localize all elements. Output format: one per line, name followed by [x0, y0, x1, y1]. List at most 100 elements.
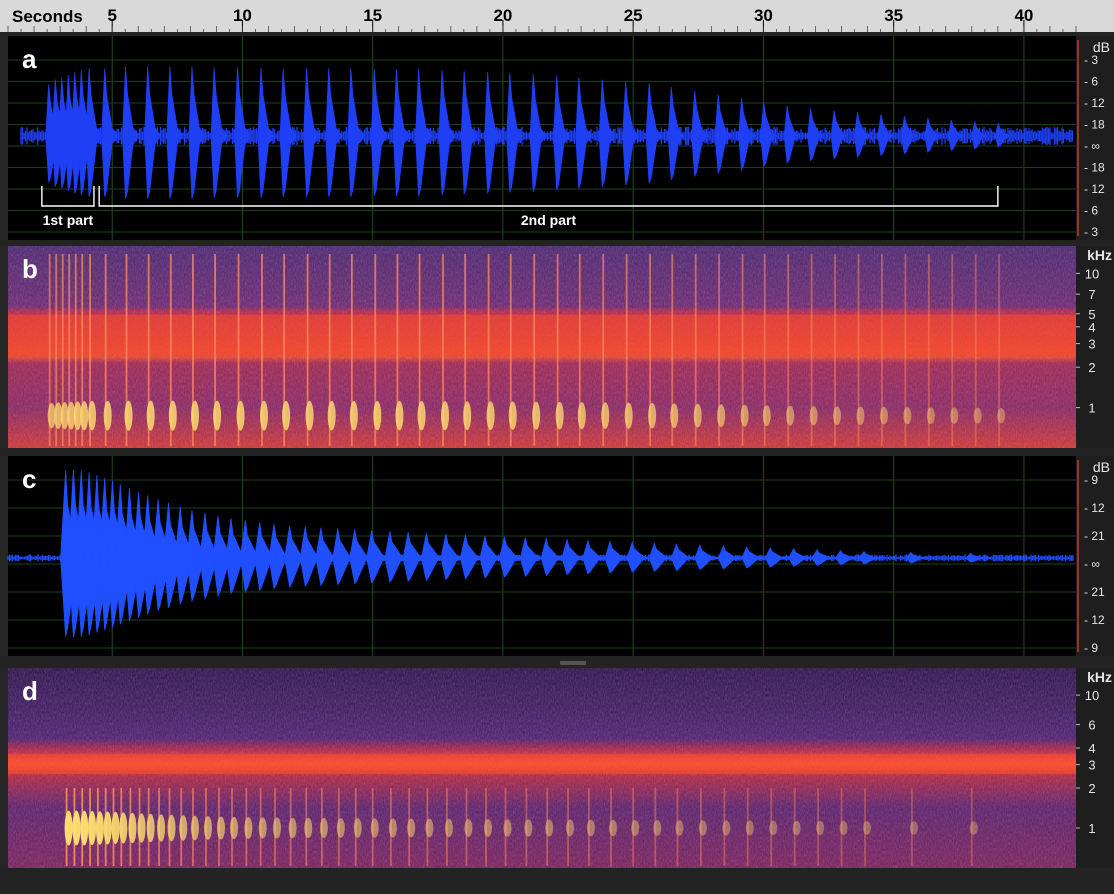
panel-d-pulse-energy — [128, 812, 137, 844]
panel-b-pulse-energy — [349, 400, 358, 431]
panel-d-unit-label: kHz — [1087, 669, 1112, 685]
panel-d-pulse-energy — [566, 819, 575, 837]
acoustic-figure: Seconds 5 10 15 20 25 30 35 40 dB- 3- 6- 12- 18… — [0, 0, 1114, 894]
panel-b-pulse-energy — [282, 400, 291, 431]
panel-d-pulse-energy — [792, 820, 801, 836]
panel-b-pulse-energy — [670, 403, 679, 429]
panel-d-pulse-energy — [179, 815, 188, 841]
panel-d-pulse-energy — [425, 818, 434, 838]
panel-a-db-tick-label: - 12 — [1084, 96, 1105, 110]
panel-b-khz-tick-label: 10 — [1085, 266, 1099, 281]
ruler-tick-label-15: 15 — [363, 6, 382, 25]
panel-d-pulse-energy — [336, 818, 345, 838]
panel-b-pulse-energy — [395, 401, 404, 431]
ruler-tick-label-20: 20 — [493, 6, 512, 25]
panel-d-pulse-energy — [288, 817, 297, 839]
panel-c-db-tick-label: - 12 — [1084, 613, 1105, 627]
panel-b-pulse-energy — [926, 407, 935, 425]
time-axis-label: Seconds — [12, 7, 83, 26]
panel-b-pulse-energy — [903, 407, 912, 425]
panel-d-pulse-energy — [675, 820, 684, 836]
panel-d-pulse-energy — [483, 819, 492, 837]
panel-d-pulse-energy — [103, 811, 112, 845]
panel-d-khz-tick-label: 6 — [1088, 718, 1095, 733]
panel-a-letter: a — [22, 44, 37, 74]
panel-b-pulse-energy — [950, 407, 959, 424]
panel-d-pulse-energy — [444, 818, 453, 838]
panel-b-noise-band — [8, 314, 1076, 356]
panel-b-pulse-energy — [417, 401, 426, 431]
panel-b-khz-tick-label: 4 — [1088, 320, 1095, 335]
panel-d-pulse-energy — [244, 817, 253, 839]
panel-b-pulse-energy — [168, 400, 177, 431]
panel-d-pulse-energy — [653, 820, 662, 836]
panel-d-pulse-energy — [370, 818, 379, 838]
panel-a-db-tick-label: - 6 — [1084, 204, 1098, 218]
time-ruler-background — [0, 0, 1114, 32]
panel-b-khz-tick-label: 3 — [1088, 337, 1095, 352]
panel-b-pulse-energy — [879, 406, 888, 425]
panel-b-pulse-energy — [997, 408, 1006, 424]
panel-b-pulse-energy — [833, 406, 842, 426]
panel-d-pulse-energy — [230, 816, 239, 840]
panel-b-pulse-energy — [373, 401, 382, 431]
panel-c-db-tick-label: - 21 — [1084, 585, 1105, 599]
panel-b-pulse-energy — [601, 402, 610, 430]
ruler-tick-label-25: 25 — [624, 6, 643, 25]
panel-b-pulse-energy — [740, 404, 749, 427]
panel-b-pulse-energy — [146, 400, 155, 431]
panel-d-pulse-energy — [769, 820, 778, 836]
panel-d-pulse-energy — [258, 817, 267, 839]
panel-b-pulse-energy — [441, 401, 450, 431]
panel-d-spectrogram: kHz 10 6 4 3 2 1 d — [0, 668, 1114, 868]
panel-a-waveform: dB- 3- 6- 12- 18- ∞- 18- 12- 6- 3a1st pa… — [0, 36, 1114, 240]
panel-d-pulse-energy — [319, 818, 328, 838]
panel-a-bracket-label-2: 2nd part — [521, 212, 577, 228]
panel-d-pulse-energy — [909, 821, 918, 835]
panel-d-pulse-energy — [698, 820, 707, 836]
panel-d-pulse-energy — [95, 811, 104, 845]
panel-b-pulse-energy — [809, 406, 818, 426]
panel-d-pulse-energy — [388, 818, 397, 838]
ruler-tick-label-35: 35 — [884, 6, 903, 25]
panel-b-pulse-energy — [717, 404, 726, 428]
panel-b-pulse-energy — [555, 401, 564, 430]
ruler-tick-label-10: 10 — [233, 6, 252, 25]
panel-d-pulse-energy — [524, 819, 533, 837]
panel-d-pulse-energy — [863, 821, 872, 835]
panel-b-unit-label: kHz — [1087, 247, 1112, 263]
panel-c-db-tick-label: - 12 — [1084, 501, 1105, 515]
panel-b-letter: b — [22, 254, 38, 284]
panel-c-waveform: dB- 9- 12- 21- ∞- 21- 12- 9c — [0, 456, 1114, 656]
panel-b-khz-tick-label: 1 — [1088, 401, 1095, 416]
panel-b-pulse-energy — [693, 403, 702, 428]
panel-b-pulse-energy — [305, 400, 314, 431]
panel-b-pulse-energy — [648, 402, 657, 429]
panel-d-noise-band — [8, 754, 1076, 774]
panel-d-pulse-energy — [64, 810, 73, 846]
panel-d-pulse-energy — [609, 819, 618, 837]
panel-b-pulse-energy — [327, 400, 336, 431]
panel-d-pulse-energy — [839, 821, 848, 835]
ruler-tick-label-5: 5 — [107, 6, 116, 25]
panel-d-pulse-energy — [545, 819, 554, 837]
panel-b-pulse-energy — [577, 402, 586, 430]
panel-c-letter: c — [22, 464, 36, 494]
panel-d-pulse-energy — [464, 819, 473, 837]
panel-b-pulse-energy — [973, 407, 982, 424]
panel-a-db-tick-label: - 18 — [1084, 161, 1105, 175]
panel-d-pulse-energy — [304, 817, 313, 839]
panel-d-pulse-energy — [80, 810, 89, 846]
panel-b-khz-tick-label: 2 — [1088, 360, 1095, 375]
panel-b-pulse-energy — [463, 401, 472, 431]
panel-d-pulse-energy — [190, 815, 199, 841]
panel-d-pulse-energy — [203, 816, 212, 840]
panel-b-pulse-energy — [762, 405, 771, 427]
panel-d-pulse-energy — [631, 819, 640, 837]
panel-divider-handle[interactable] — [560, 661, 586, 665]
panel-b-pulse-energy — [103, 400, 112, 431]
panel-a-db-tick-label: - 3 — [1084, 53, 1098, 67]
panel-b-pulse-energy — [88, 400, 97, 431]
panel-d-pulse-energy — [72, 810, 81, 846]
panel-a-db-tick-label: - 18 — [1084, 118, 1105, 132]
